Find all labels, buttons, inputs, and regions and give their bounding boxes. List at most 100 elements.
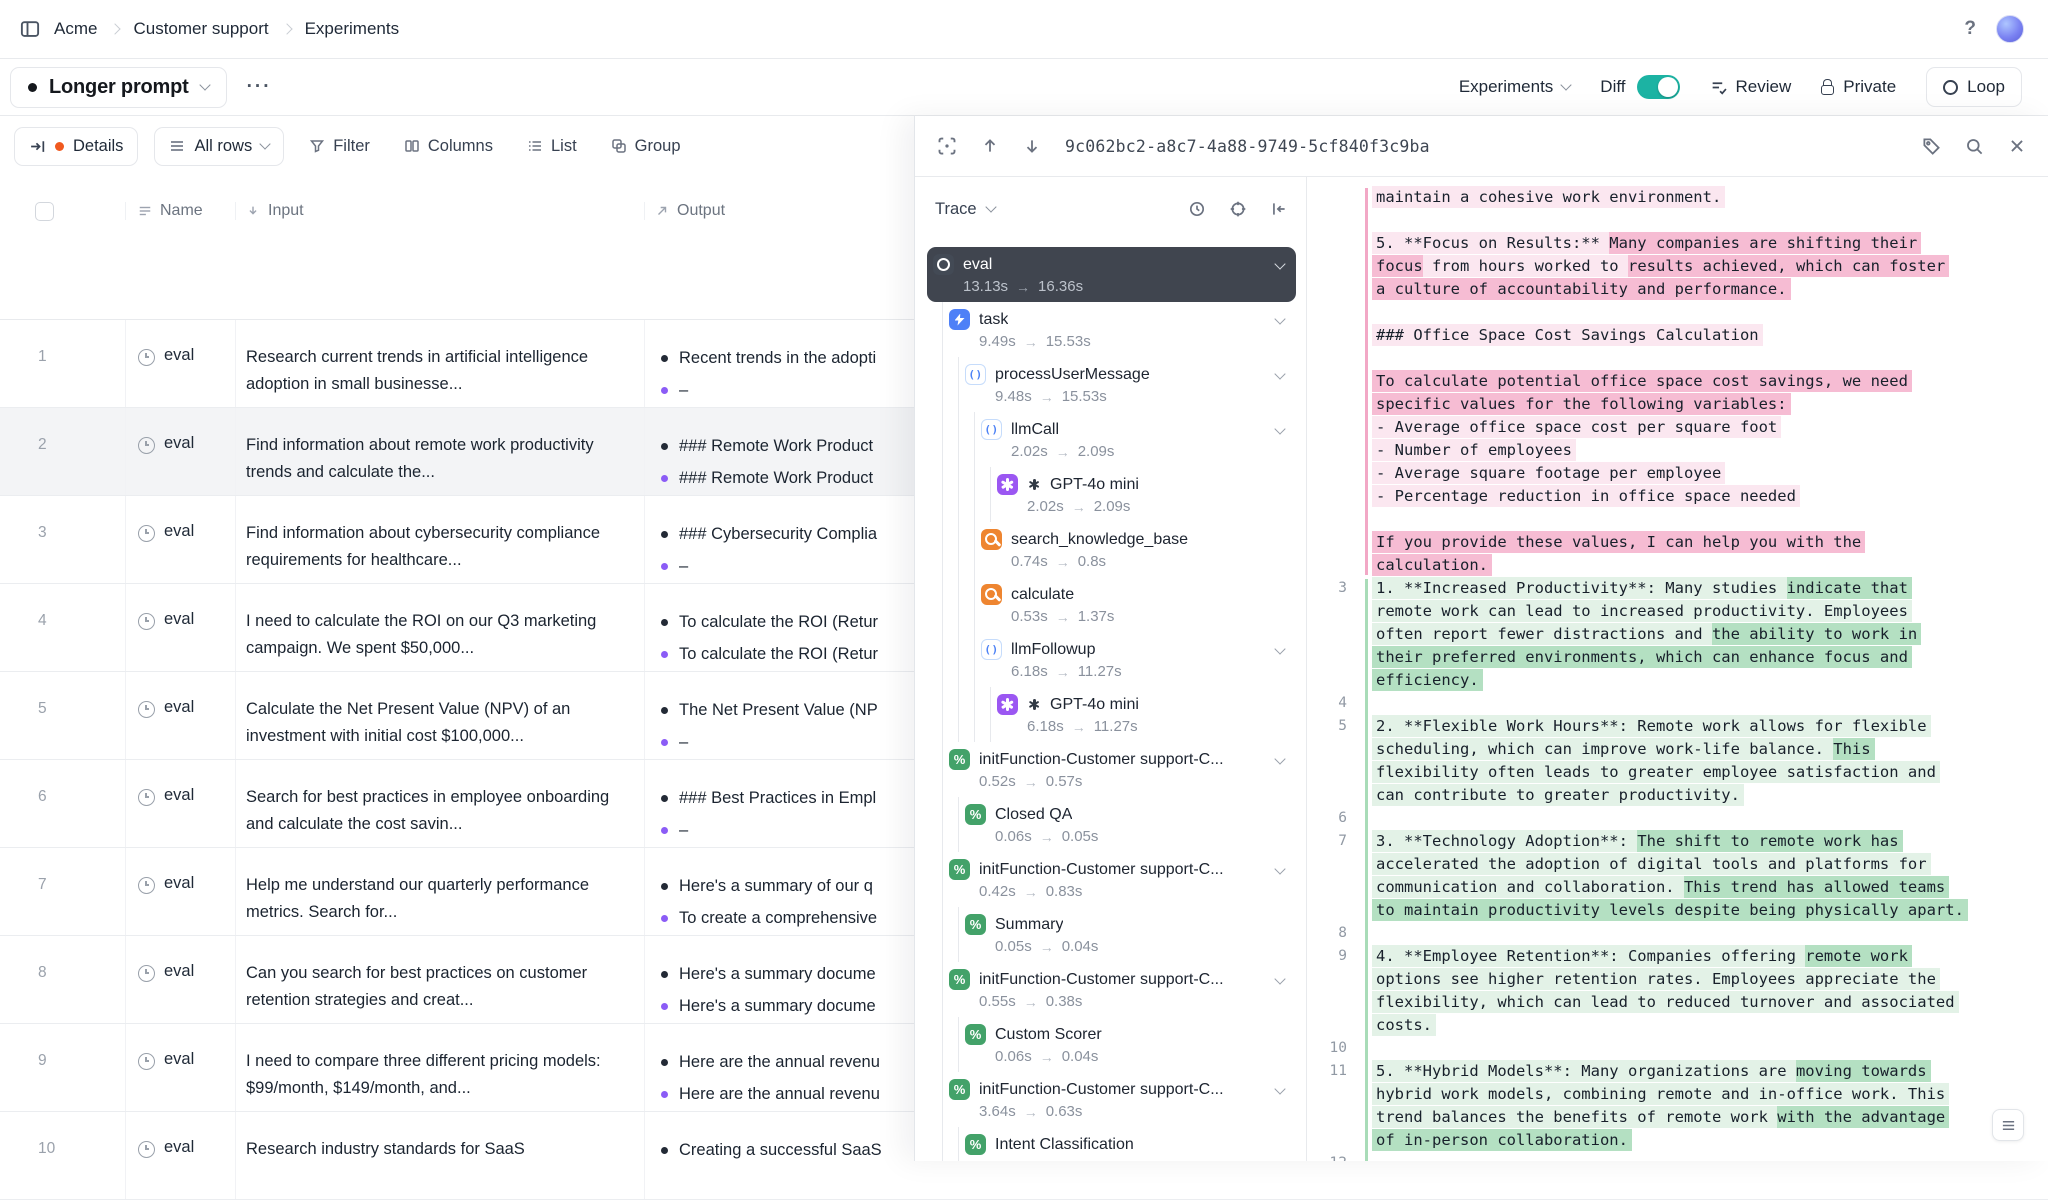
row-number: 5 [0,672,125,759]
diff-changed-segment: a culture of accountability and performa… [1372,278,1791,300]
columns-label: Columns [428,137,493,156]
trace-node-label: GPT-4o mini [1050,474,1139,495]
trace-node[interactable]: %initFunction-Customer support-C...0.55s… [927,962,1296,1017]
columns-button[interactable]: Columns [395,137,502,156]
private-button[interactable]: Private [1821,77,1896,97]
view-raw-button[interactable] [1992,1109,2024,1141]
indent-guide-line [933,1134,949,1161]
trace-node[interactable]: search_knowledge_base0.74s→0.8s [927,522,1296,577]
avatar[interactable] [1996,15,2024,43]
sidebar-toggle-icon[interactable] [20,19,40,39]
column-header-input[interactable]: Input [235,202,644,220]
trace-node[interactable]: %initFunction-Customer support-C...3.64s… [927,1072,1296,1127]
trace-node[interactable]: task9.49s→15.53s [927,302,1296,357]
trace-node-times: 0.42s→0.83s [979,882,1266,902]
input-cell: Help me understand our quarterly perform… [235,848,644,935]
breadcrumb-section[interactable]: Experiments [305,19,399,39]
trace-node[interactable]: eval13.13s→16.36s [927,247,1296,302]
trace-view-label: Trace [935,200,977,219]
name-text: eval [164,522,194,541]
breadcrumb-project[interactable]: Customer support [133,19,268,39]
diff-segment: 1. **Increased Productivity**: Many stud… [1372,577,1787,599]
trace-node-label: initFunction-Customer support-C... [979,859,1224,880]
output-bullet [661,971,668,978]
breadcrumb-org[interactable]: Acme [54,19,97,39]
next-row-icon[interactable] [1023,137,1041,155]
tag-icon[interactable] [1922,137,1941,156]
row-number: 3 [0,496,125,583]
details-status-dot [55,142,64,151]
list-button[interactable]: List [518,137,586,156]
experiment-header: Longer prompt ··· Experiments Diff Revie… [0,59,2048,116]
loop-label: Loop [1967,77,2005,97]
arrow-up-right-icon [655,204,669,218]
trace-node[interactable]: %Closed QA0.06s→0.05s [927,797,1296,852]
help-icon[interactable]: ? [1958,14,1982,44]
trace-node[interactable]: GPT-4o mini6.18s→11.27s [927,687,1296,742]
diff-line: 115. **Hybrid Models**: Many organizatio… [1307,1060,2048,1083]
all-rows-dropdown[interactable]: All rows [154,127,284,166]
trace-node[interactable]: calculate0.53s→1.37s [927,577,1296,632]
trace-node-times: 0.06s→0.04s [995,1047,1284,1067]
diff-line-text: efficiency. [1372,669,1483,692]
diff-line: flexibility, which can lead to reduced t… [1307,991,2048,1014]
trace-node[interactable]: %Custom Scorer0.06s→0.04s [927,1017,1296,1072]
column-header-name[interactable]: Name [125,202,235,220]
name-text: eval [164,698,194,717]
diff-segment: - Percentage reduction in office space n… [1372,485,1800,507]
output-text: ### Remote Work Product [679,466,873,490]
trace-node[interactable]: ()llmCall2.02s→2.09s [927,412,1296,467]
diff-line [1307,301,2048,324]
scorer-icon: % [965,914,986,935]
collapse-panel-icon[interactable] [1270,200,1288,218]
trace-view-dropdown[interactable]: Trace [935,200,995,219]
indent-guide-line [965,639,981,687]
select-all-checkbox[interactable] [35,202,54,221]
experiments-dropdown[interactable]: Experiments [1459,77,1570,97]
indent-guides [933,1079,949,1127]
diff-toggle[interactable] [1637,75,1680,99]
trace-node[interactable]: GPT-4o mini2.02s→2.09s [927,467,1296,522]
duration-value: 6.18s [1027,717,1064,737]
eval-clock-icon [138,525,155,542]
trace-node[interactable]: %Summary0.05s→0.04s [927,907,1296,962]
diff-viewer[interactable]: maintain a cohesive work environment.5. … [1307,177,2048,1161]
diff-line-number [1307,600,1365,623]
timer-icon[interactable] [1188,200,1206,218]
eval-clock-icon [138,437,155,454]
crosshair-icon[interactable] [1229,200,1247,218]
trace-node-label-row: initFunction-Customer support-C... [979,749,1266,770]
loop-button[interactable]: Loop [1926,67,2022,107]
diff-line-text: scheduling, which can improve work-life … [1372,738,1875,761]
trace-node[interactable]: %initFunction-Customer support-C...0.42s… [927,852,1296,907]
review-button[interactable]: Review [1710,77,1792,97]
trace-node[interactable]: %initFunction-Customer support-C...0.52s… [927,742,1296,797]
diff-line: 5. **Focus on Results:** Many companies … [1307,232,2048,255]
diff-line-number [1307,324,1365,347]
group-button[interactable]: Group [602,137,690,156]
diff-segment: from hours worked to [1423,255,1628,277]
trace-node-times: 2.02s→2.09s [1011,442,1266,462]
trace-node[interactable]: %Intent Classification [927,1127,1296,1161]
trace-tree[interactable]: eval13.13s→16.36stask9.49s→15.53s()proce… [915,241,1306,1161]
trace-node[interactable]: ()llmFollowup6.18s→11.27s [927,632,1296,687]
input-cell: I need to compare three different pricin… [235,1024,644,1111]
diff-segment: can contribute to greater productivity. [1372,784,1744,806]
diff-line-number [1307,876,1365,899]
breadcrumb-separator-icon [281,23,292,34]
chevron-down-icon [1274,368,1285,379]
diff-line: 8 [1307,922,2048,945]
diff-line-number [1307,968,1365,991]
diff-line-text: - Percentage reduction in office space n… [1372,485,1800,508]
details-button[interactable]: Details [14,127,138,166]
experiment-selector[interactable]: Longer prompt [10,67,227,108]
previous-row-icon[interactable] [981,137,999,155]
more-options-button[interactable]: ··· [239,72,280,102]
filter-button[interactable]: Filter [300,137,379,156]
diff-line: - Percentage reduction in office space n… [1307,485,2048,508]
diff-changed-segment: the ability to work in [1712,623,1921,645]
trace-node[interactable]: ()processUserMessage9.48s→15.53s [927,357,1296,412]
close-icon[interactable] [2008,137,2026,155]
expand-panel-icon[interactable] [937,136,957,156]
search-icon[interactable] [1965,137,1984,156]
